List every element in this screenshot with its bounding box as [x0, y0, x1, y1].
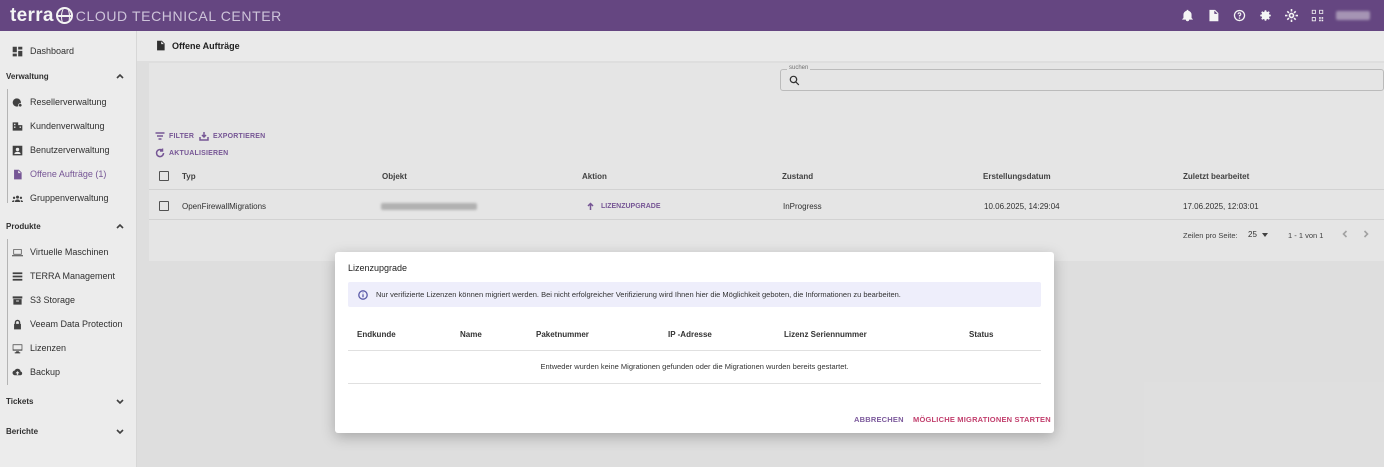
- info-banner: Nur verifizierte Lizenzen können migrier…: [348, 282, 1041, 307]
- dialog-column-status: Status: [969, 330, 994, 339]
- dialog-title: Lizenzupgrade: [348, 263, 408, 273]
- dialog-column-paketnummer: Paketnummer: [536, 330, 589, 339]
- dialog-column-ip-adresse: IP -Adresse: [668, 330, 712, 339]
- empty-message: Entweder wurden keine Migrationen gefund…: [540, 362, 849, 371]
- lizenzupgrade-dialog: Lizenzupgrade Nur verifizierte Lizenzen …: [335, 252, 1054, 433]
- dialog-table-divider: [348, 350, 1041, 351]
- dialog-column-endkunde: Endkunde: [357, 330, 396, 339]
- cancel-button[interactable]: ABBRECHEN: [854, 415, 904, 424]
- info-icon: [358, 289, 368, 300]
- start-migrations-button[interactable]: MÖGLICHE MIGRATIONEN STARTEN: [913, 415, 1051, 424]
- dialog-column-lizenz-seriennummer: Lizenz Seriennummer: [784, 330, 867, 339]
- info-text: Nur verifizierte Lizenzen können migrier…: [376, 290, 901, 299]
- dialog-column-name: Name: [460, 330, 482, 339]
- dialog-table-divider: [348, 383, 1041, 384]
